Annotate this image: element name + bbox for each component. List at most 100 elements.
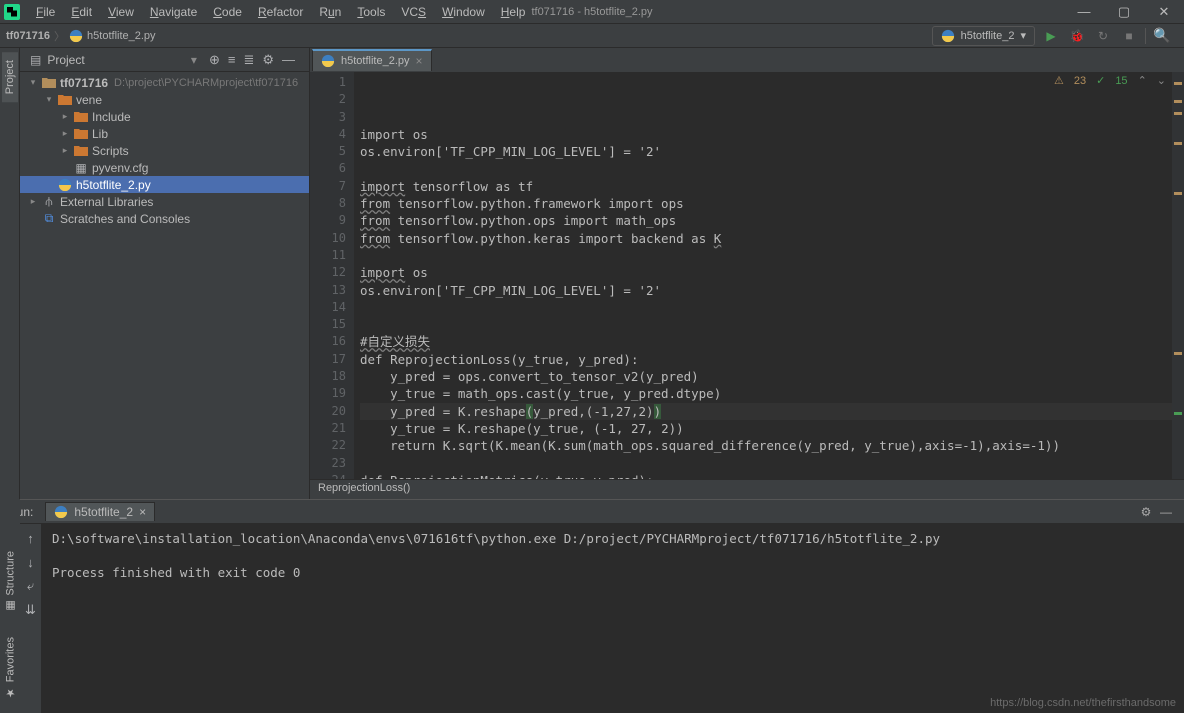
project-tool-tab[interactable]: Project [2,52,18,102]
console-output[interactable]: D:\software\installation_location\Anacon… [42,524,1184,713]
python-icon [54,505,68,519]
chevron-down-icon[interactable]: ▾ [191,53,197,67]
editor-breadcrumb[interactable]: ReprojectionLoss() [310,479,1184,499]
breadcrumb[interactable]: tf071716 〉 h5totflite_2.py [6,28,156,44]
folder-icon [73,126,89,142]
tree-item[interactable]: ▸ Scripts [20,142,309,159]
expand-arrow-icon[interactable]: ▸ [60,128,70,139]
tree-item[interactable]: ▸ Lib [20,125,309,142]
tree-item[interactable]: ▾ vene [20,91,309,108]
menu-vcs[interactable]: VCS [393,3,434,21]
up-icon[interactable]: ↑ [23,530,39,546]
expand-arrow-icon[interactable]: ▾ [44,94,54,105]
close-button[interactable]: ✕ [1144,0,1184,24]
expand-all-icon[interactable]: ≡ [224,52,240,67]
run-panel: Run: h5totflite_2 × ⚙ — ▶ 🔧 ■ ≣ 🖶 🗑 ↑ ↓ … [0,499,1184,713]
tree-item[interactable]: ▸Include [20,108,309,125]
settings-icon[interactable]: ⚙ [258,52,278,68]
menu-window[interactable]: Window [434,3,493,21]
tree-item-label: h5totflite_2.py [76,178,151,192]
window-controls: — ▢ ✕ [1064,0,1184,24]
project-panel-title: Project [47,53,191,67]
scratch-icon: ⧉ [41,211,57,227]
stop-button[interactable]: ■ [1119,26,1139,46]
scroll-end-icon[interactable]: ⇊ [23,602,39,618]
left-gutter: Project [0,48,20,499]
folder-icon: ▤ [30,53,41,67]
menu-refactor[interactable]: Refactor [250,3,311,21]
editor-tab[interactable]: h5totflite_2.py × [312,49,432,71]
expand-arrow-icon[interactable]: ▸ [28,196,38,207]
tree-item[interactable]: h5totflite_2.py [20,176,309,193]
chevron-up-icon[interactable]: ⌃ [1138,74,1147,87]
tree-item[interactable]: ⧉Scratches and Consoles [20,210,309,227]
debug-button[interactable]: 🐞 [1067,26,1087,46]
down-icon[interactable]: ↓ [23,554,39,570]
project-tree[interactable]: ▾ tf071716 D:\project\PYCHARMproject\tf0… [20,72,309,499]
python-icon [69,29,83,43]
run-toolbar-right: ↑ ↓ ⤶ ⇊ [20,524,42,713]
run-config-selector[interactable]: h5totflite_2 ▾ [932,26,1035,46]
tree-item-label: Lib [92,127,108,141]
editor-tabs: h5totflite_2.py × [310,48,1184,72]
tree-item[interactable]: ▦pyvenv.cfg [20,159,309,176]
run-button[interactable]: ▶ [1041,26,1061,46]
expand-arrow-icon[interactable]: ▸ [60,111,70,122]
hide-icon[interactable]: — [278,52,299,67]
main-area: Project ▤ Project ▾ ⊕ ≡ ≣ ⚙ — ▾ tf071716… [0,48,1184,499]
chevron-down-icon[interactable]: ⌄ [1157,74,1166,87]
menu-help[interactable]: Help [493,3,534,21]
tree-item-label: vene [76,93,102,107]
select-opened-file-icon[interactable]: ⊕ [205,52,224,68]
error-stripe[interactable] [1172,72,1184,479]
code-editor[interactable]: import osos.environ['TF_CPP_MIN_LOG_LEVE… [354,72,1184,499]
settings-icon[interactable]: ⚙ [1136,502,1156,522]
nav-bar: tf071716 〉 h5totflite_2.py h5totflite_2 … [0,24,1184,48]
close-tab-icon[interactable]: × [416,54,423,68]
tree-item-label: Scripts [92,144,129,158]
editor-tab-label: h5totflite_2.py [341,55,410,67]
app-icon [4,4,20,20]
run-tab[interactable]: h5totflite_2 × [45,502,155,521]
collapse-all-icon[interactable]: ≣ [239,52,258,68]
lib-icon: ⫛ [41,194,57,210]
menu-file[interactable]: File [28,3,63,21]
folder-icon [73,143,89,159]
editor-inspection-status[interactable]: ⚠ 23 ✓ 15 ⌃ ⌄ [1054,74,1166,87]
menu-navigate[interactable]: Navigate [142,3,205,21]
warning-count: 23 [1074,75,1086,87]
soft-wrap-icon[interactable]: ⤶ [23,578,39,594]
search-everywhere-button[interactable]: 🔍 [1152,26,1172,46]
expand-arrow-icon[interactable]: ▸ [60,145,70,156]
structure-tool-tab[interactable]: ▦ Structure [2,541,19,623]
maximize-button[interactable]: ▢ [1104,0,1144,24]
tree-root-path: D:\project\PYCHARMproject\tf071716 [114,77,298,89]
breadcrumb-project[interactable]: tf071716 [6,30,50,42]
editor-content[interactable]: 123456789101112131415161718192021222324 … [310,72,1184,499]
left-gutter-bottom: ▦ Structure ★ Favorites [0,499,20,713]
pyfile-icon [57,177,73,193]
breadcrumb-file[interactable]: h5totflite_2.py [87,30,156,42]
chevron-down-icon: ▾ [1020,29,1026,42]
menu-view[interactable]: View [100,3,142,21]
folder-icon [41,75,57,91]
close-tab-icon[interactable]: × [139,505,146,519]
coverage-button[interactable]: ↻ [1093,26,1113,46]
project-panel-header: ▤ Project ▾ ⊕ ≡ ≣ ⚙ — [20,48,309,72]
menu-edit[interactable]: Edit [63,3,100,21]
tree-root[interactable]: ▾ tf071716 D:\project\PYCHARMproject\tf0… [20,74,309,91]
typo-count: 15 [1115,75,1127,87]
python-icon [321,54,335,68]
menu-tools[interactable]: Tools [349,3,393,21]
run-panel-header: Run: h5totflite_2 × ⚙ — [0,500,1184,524]
minimize-button[interactable]: — [1064,0,1104,24]
tree-item-label: pyvenv.cfg [92,161,148,175]
menu-code[interactable]: Code [205,3,250,21]
favorites-tool-tab[interactable]: ★ Favorites [2,627,19,709]
hide-icon[interactable]: — [1156,502,1176,522]
expand-arrow-icon[interactable]: ▾ [28,77,38,88]
tree-item[interactable]: ▸⫛External Libraries [20,193,309,210]
folder-icon [57,92,73,108]
run-tab-label: h5totflite_2 [74,505,133,519]
menu-run[interactable]: Run [311,3,349,21]
